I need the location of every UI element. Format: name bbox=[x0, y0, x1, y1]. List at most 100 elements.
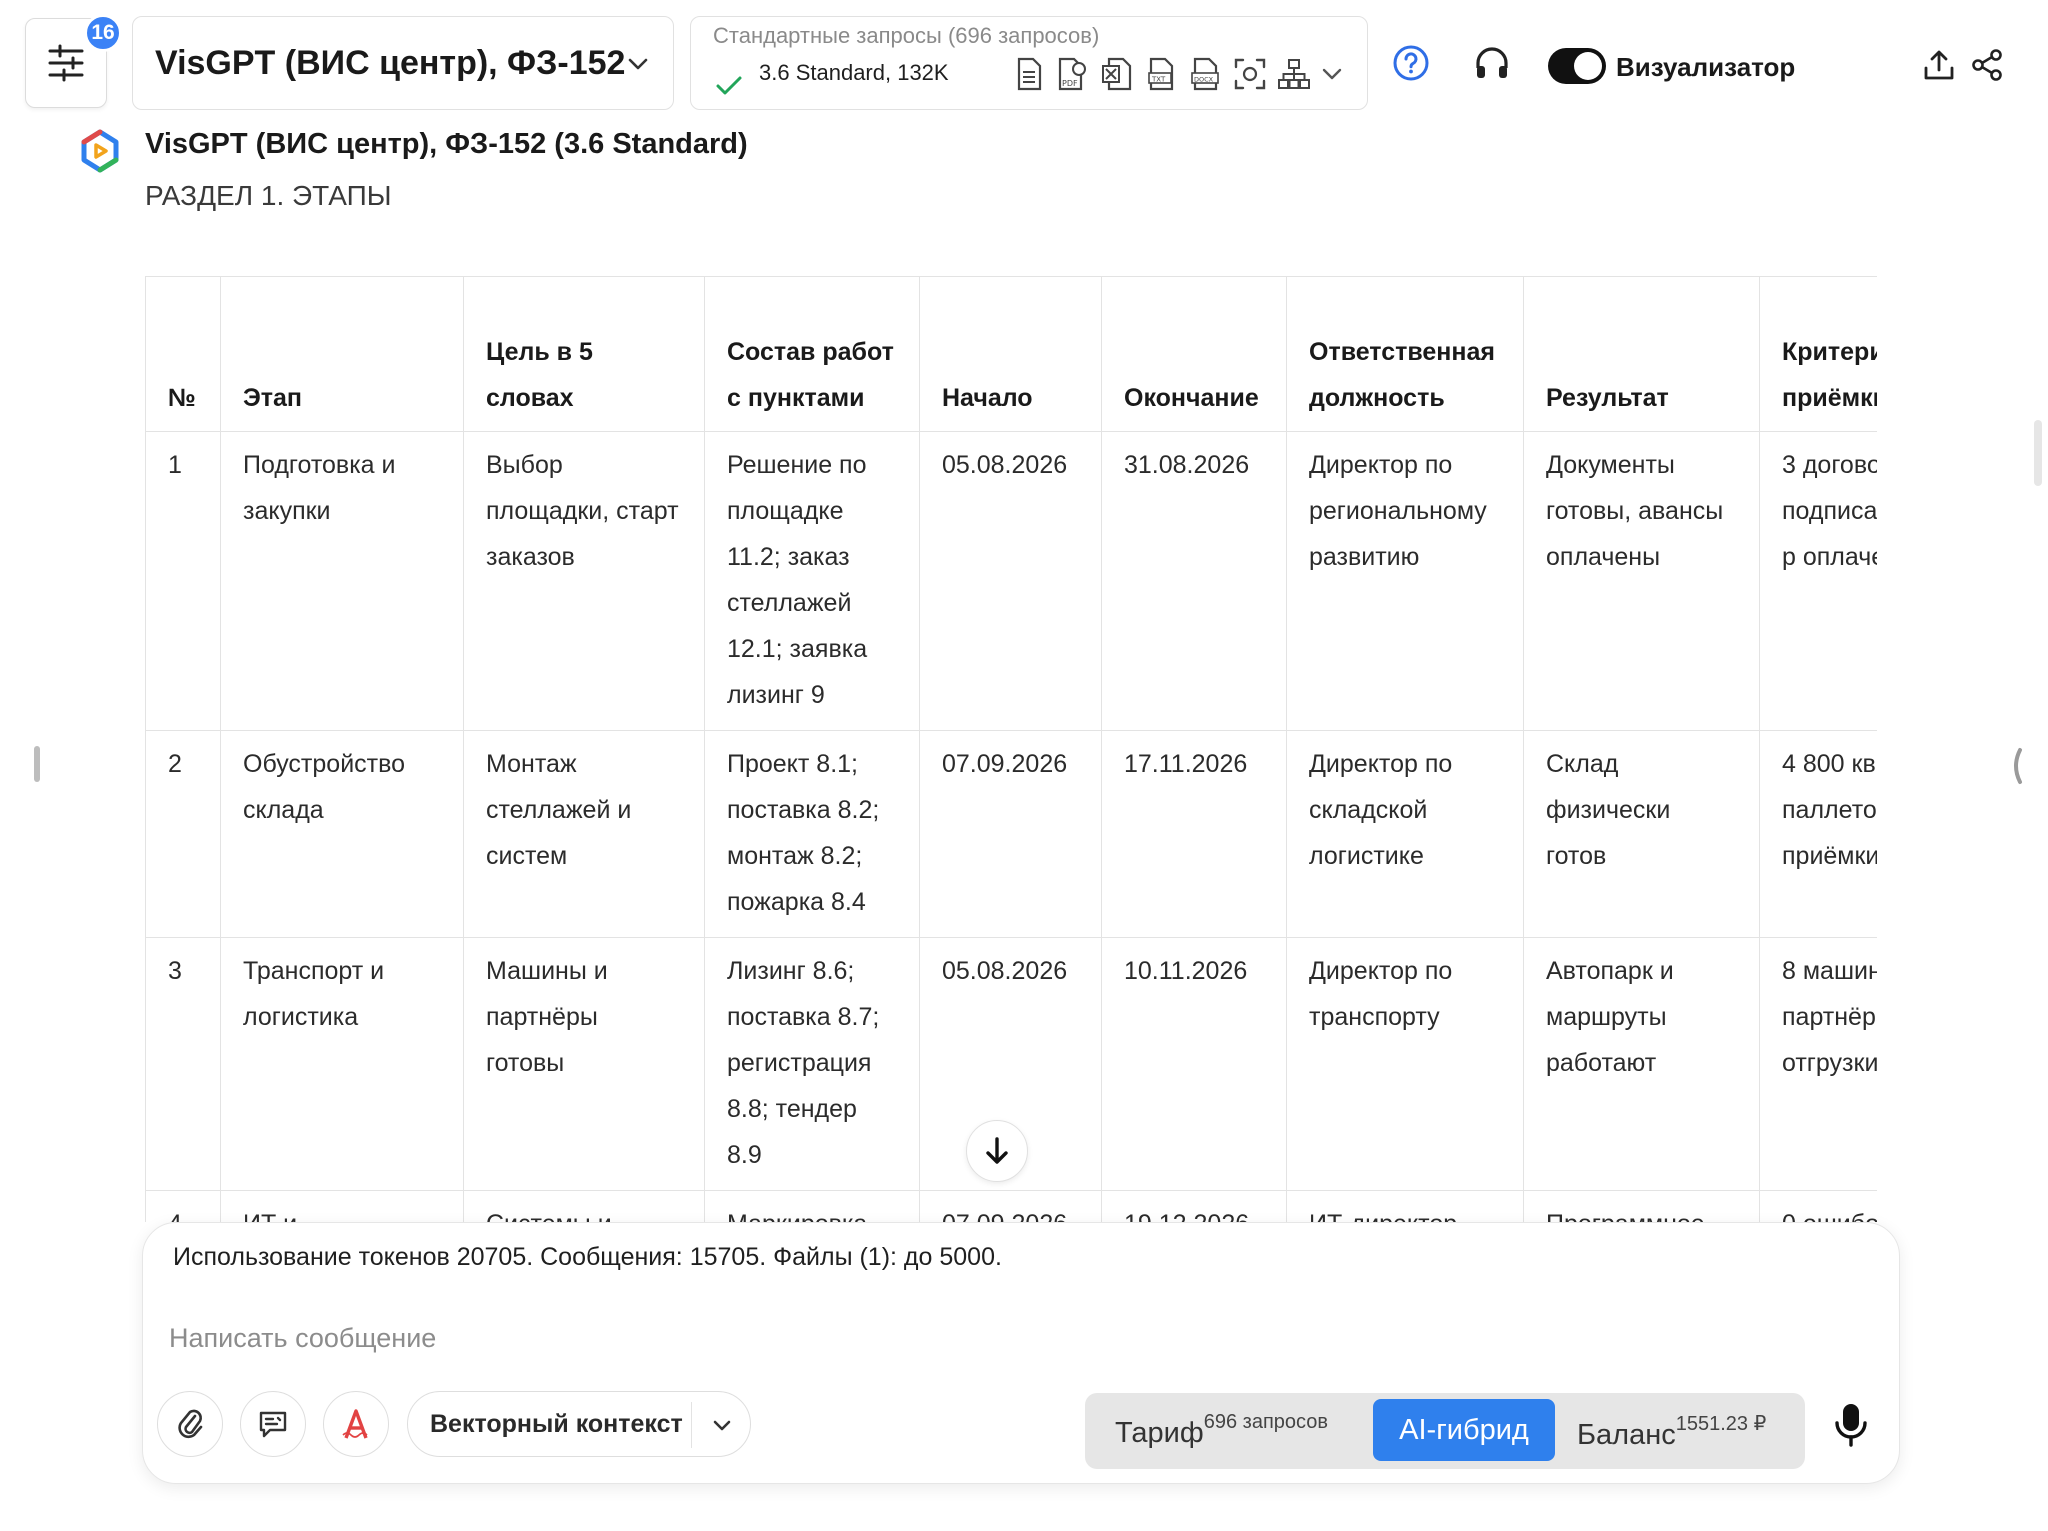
table-cell: 4 bbox=[145, 1190, 221, 1222]
table-cell: Обустройство склада bbox=[220, 730, 464, 938]
plan-selector[interactable]: Стандартные запросы (696 запросов) 3.6 S… bbox=[690, 16, 1368, 110]
help-icon[interactable] bbox=[1392, 44, 1430, 82]
header-cell: Состав работ с пунктами bbox=[704, 276, 920, 432]
arrow-down-icon bbox=[986, 1137, 1008, 1164]
scan-icon bbox=[1234, 58, 1266, 90]
right-panel-handle-icon[interactable] bbox=[2006, 746, 2026, 786]
table-cell: Системы и bbox=[463, 1190, 705, 1222]
table-cell: Программное bbox=[1523, 1190, 1760, 1222]
headset-icon[interactable] bbox=[1472, 44, 1512, 84]
table-cell: Машины и партнёры готовы bbox=[463, 937, 705, 1191]
table-cell: Решение по площадке 11.2; заказ стеллаже… bbox=[704, 431, 920, 731]
svg-text:DOCX: DOCX bbox=[1194, 76, 1214, 84]
page-scrollbar[interactable] bbox=[2034, 420, 2042, 486]
docx-icon: DOCX bbox=[1191, 57, 1219, 91]
table-cell: 0 ошибок bbox=[1759, 1190, 1877, 1222]
table-header-row: № Этап Цель в 5 словах Состав работ с пу… bbox=[145, 276, 1877, 432]
spellcheck-button[interactable] bbox=[323, 1391, 389, 1457]
tariff-option[interactable]: Тариф696 запросов bbox=[1115, 1411, 1328, 1450]
table-cell: ИТ-директор bbox=[1286, 1190, 1524, 1222]
table-row: 1 Подготовка и закупки Выбор площадки, с… bbox=[145, 431, 1877, 731]
balance-amount: 1551.23 ₽ bbox=[1675, 1413, 1767, 1435]
upload-icon[interactable] bbox=[1922, 48, 1956, 82]
table-cell: Проект 8.1; поставка 8.2; монтаж 8.2; по… bbox=[704, 730, 920, 938]
table-cell: Директор по региональному развитию bbox=[1286, 431, 1524, 731]
select-divider bbox=[691, 1402, 692, 1448]
table-cell: 3 договора подписаны, 37 млн р оплачено bbox=[1759, 431, 1877, 731]
table-cell: Документы готовы, авансы оплачены bbox=[1523, 431, 1760, 731]
notification-badge: 16 bbox=[84, 14, 122, 52]
scroll-down-button[interactable] bbox=[966, 1120, 1028, 1182]
doc-icon bbox=[1017, 57, 1042, 91]
tariff-count: 696 запросов bbox=[1203, 1411, 1329, 1433]
message-input[interactable]: Написать сообщение bbox=[169, 1323, 436, 1354]
header-cell: Цель в 5 словах bbox=[463, 276, 705, 432]
balance-label: Баланс bbox=[1577, 1419, 1676, 1451]
vector-context-select[interactable]: Векторный контекст bbox=[407, 1391, 751, 1457]
balance-option[interactable]: Баланс1551.23 ₽ bbox=[1577, 1411, 1766, 1452]
header-cell: Этап bbox=[220, 276, 464, 432]
prompts-button[interactable] bbox=[240, 1391, 306, 1457]
table-cell: 05.08.2026 bbox=[919, 431, 1102, 731]
table-cell: 07.09.2026 bbox=[919, 1190, 1102, 1222]
sidebar-collapse-handle[interactable] bbox=[34, 746, 40, 782]
table-cell: 07.09.2026 bbox=[919, 730, 1102, 938]
plan-name: 3.6 Standard, 132K bbox=[759, 60, 949, 85]
stages-table: № Этап Цель в 5 словах Состав работ с пу… bbox=[145, 276, 1877, 1222]
paperclip-icon bbox=[178, 1409, 203, 1439]
spellcheck-a-icon bbox=[342, 1409, 368, 1439]
header-cell: Результат bbox=[1523, 276, 1760, 432]
check-icon bbox=[716, 76, 742, 95]
attach-button[interactable] bbox=[157, 1391, 223, 1457]
share-icon[interactable] bbox=[1970, 48, 2004, 82]
pdf-icon: PDF bbox=[1058, 57, 1086, 91]
table-cell: 8 машин 3 партнёра тестовые отгрузки bbox=[1759, 937, 1877, 1191]
svg-text:TXT: TXT bbox=[1151, 76, 1166, 84]
microphone-icon[interactable] bbox=[1833, 1401, 1869, 1449]
table-cell: 10.11.2026 bbox=[1101, 937, 1287, 1191]
table-cell: Автопарк и маршруты работают bbox=[1523, 937, 1760, 1191]
table-cell: Выбор площадки, старт заказов bbox=[463, 431, 705, 731]
ai-hybrid-option[interactable]: AI-гибрид bbox=[1373, 1399, 1555, 1461]
header-cell: Окончание bbox=[1101, 276, 1287, 432]
excel-icon bbox=[1102, 57, 1132, 91]
table-row: 4 ИТ и Системы и Маркировка 07.09.2026 1… bbox=[145, 1190, 1877, 1222]
table-cell: 19.12.2026 bbox=[1101, 1190, 1287, 1222]
table-cell: Лизинг 8.6; поставка 8.7; регистрация 8.… bbox=[704, 937, 920, 1191]
chat-prompt-icon bbox=[259, 1411, 287, 1438]
table-cell: Монтаж стеллажей и систем bbox=[463, 730, 705, 938]
chevron-down-icon bbox=[713, 1420, 731, 1431]
message-title: VisGPT (ВИС центр), ФЗ-152 (3.6 Standard… bbox=[145, 128, 748, 160]
header-cell: № bbox=[145, 276, 221, 432]
model-selector[interactable]: VisGPT (ВИС центр), ФЗ-152 bbox=[132, 16, 674, 110]
tariff-label: Тариф bbox=[1115, 1417, 1204, 1449]
table-cell: ИТ и bbox=[220, 1190, 464, 1222]
sliders-icon bbox=[48, 44, 84, 82]
header-cell: Ответственная должность bbox=[1286, 276, 1524, 432]
app-root: 16 VisGPT (ВИС центр), ФЗ-152 Стандартны… bbox=[0, 0, 2048, 1531]
table-cell: Подготовка и закупки bbox=[220, 431, 464, 731]
table-cell: Транспорт и логистика bbox=[220, 937, 464, 1191]
billing-mode-switch: Тариф696 запросов AI-гибрид Баланс1551.2… bbox=[1085, 1393, 1805, 1469]
chevron-down-icon bbox=[628, 58, 648, 70]
visgpt-logo-icon bbox=[81, 129, 119, 173]
table-cell: 17.11.2026 bbox=[1101, 730, 1287, 938]
table-cell: Директор по складской логистике bbox=[1286, 730, 1524, 938]
message-composer: Использование токенов 20705. Сообщения: … bbox=[142, 1222, 1900, 1484]
table-cell: 2 bbox=[145, 730, 221, 938]
table-cell: 4 800 кв 3 500 паллетомест акт приёмки bbox=[1759, 730, 1877, 938]
header-cell: Начало bbox=[919, 276, 1102, 432]
file-type-icons: PDF TXT DOCX bbox=[1013, 57, 1343, 91]
stages-table-container[interactable]: № Этап Цель в 5 словах Состав работ с пу… bbox=[145, 276, 1877, 1222]
plan-title: Стандартные запросы (696 запросов) bbox=[713, 23, 1100, 48]
section-heading: РАЗДЕЛ 1. ЭТАПЫ bbox=[145, 180, 392, 211]
vector-context-label: Векторный контекст bbox=[430, 1409, 683, 1438]
visualizer-label: Визуализатор bbox=[1616, 52, 1796, 82]
svg-text:PDF: PDF bbox=[1062, 79, 1078, 88]
visualizer-toggle[interactable] bbox=[1548, 48, 1606, 84]
table-cell: 3 bbox=[145, 937, 221, 1191]
token-usage-info: Использование токенов 20705. Сообщения: … bbox=[173, 1243, 1002, 1271]
table-cell: 1 bbox=[145, 431, 221, 731]
chevron-down-icon[interactable] bbox=[1321, 63, 1343, 85]
table-cell: 31.08.2026 bbox=[1101, 431, 1287, 731]
